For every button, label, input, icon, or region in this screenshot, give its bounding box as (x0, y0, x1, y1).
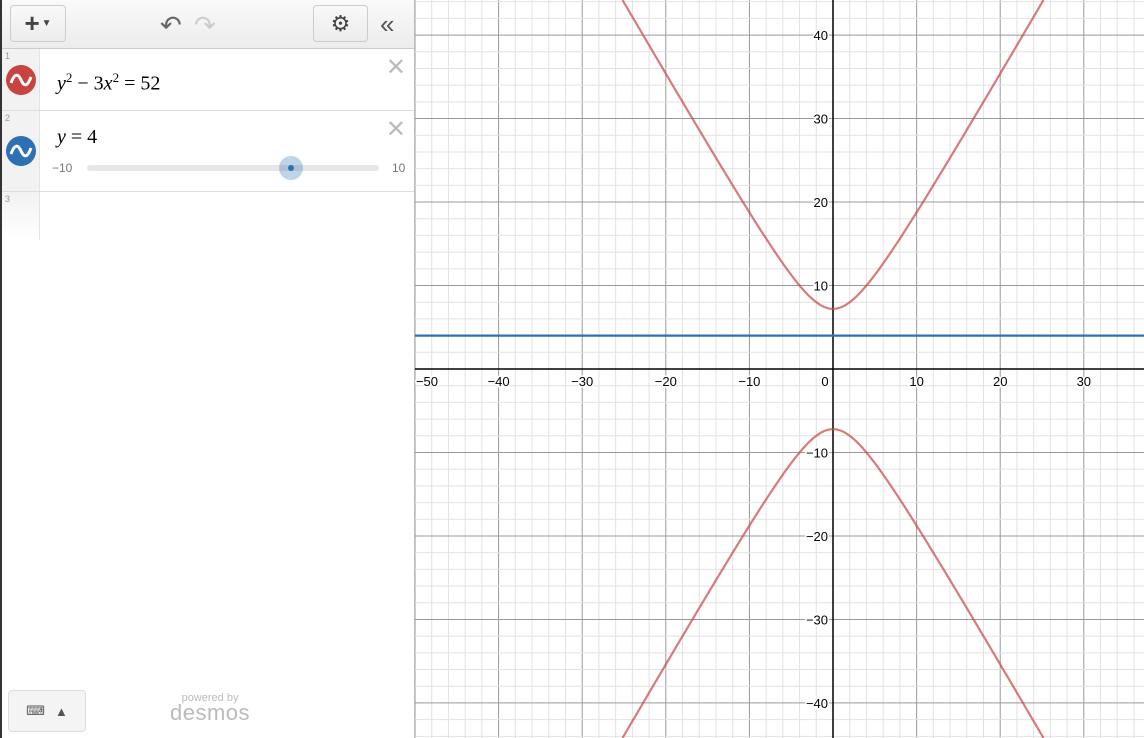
y-tick-label: −10 (806, 445, 828, 460)
settings-button[interactable]: ⚙ (313, 5, 368, 42)
y-tick-label: −20 (806, 529, 828, 544)
x-tick-label: −40 (488, 374, 510, 389)
x-tick-label: −20 (655, 374, 677, 389)
graph-canvas[interactable]: −50 −40 −30 −20 −10 0 10 20 30 40 30 20 10 −10 −20 −30 −… (415, 0, 1144, 738)
keyboard-toggle-button[interactable]: ⌨ ▲ (8, 690, 86, 732)
graph-style-icon[interactable] (6, 65, 36, 95)
add-item-button[interactable]: + ▼ (10, 5, 66, 42)
caret-up-icon: ▲ (54, 703, 68, 719)
y-tick-label: 20 (814, 195, 828, 210)
expression-item-3[interactable]: 3 (2, 192, 414, 240)
expression-latex[interactable]: y = 4 (57, 126, 97, 149)
expression-latex[interactable]: y2 − 3x2 = 52 (57, 70, 160, 96)
delete-expression-icon[interactable]: ✕ (386, 53, 406, 82)
x-tick-label: 30 (1077, 374, 1091, 389)
y-tick-label: 40 (814, 28, 828, 43)
x-tick-label: −50 (416, 374, 438, 389)
plus-icon: + (24, 8, 40, 38)
y-tick-label: −30 (806, 612, 828, 627)
x-tick-label: −30 (571, 374, 593, 389)
undo-icon[interactable]: ↶ (160, 10, 182, 41)
slider-thumb[interactable] (279, 156, 304, 180)
expression-item-2[interactable]: 2 y = 4 ✕ −10 10 (2, 111, 414, 192)
slider-max[interactable]: 10 (392, 161, 405, 175)
expression-panel: + ▼ ↶ ↷ ⚙ « 1 y2 − 3x2 = 52 ✕ 2 y = 4 ✕ −… (0, 0, 415, 738)
y-tick-label: 10 (814, 279, 828, 294)
graph-style-icon[interactable] (6, 136, 36, 166)
toolbar: + ▼ ↶ ↷ ⚙ « (2, 0, 414, 49)
slider-track[interactable] (87, 156, 379, 180)
collapse-panel-icon[interactable]: « (380, 9, 394, 40)
desmos-logo: powered by desmos (170, 692, 251, 725)
x-tick-label: 10 (909, 374, 923, 389)
y-tick-label: −40 (806, 696, 828, 711)
keyboard-icon: ⌨ (26, 703, 45, 718)
caret-down-icon: ▼ (41, 18, 52, 29)
expression-item-1[interactable]: 1 y2 − 3x2 = 52 ✕ (2, 49, 414, 111)
x-tick-label: −10 (738, 374, 760, 389)
y-tick-label: 30 (814, 112, 828, 127)
x-tick-label: 0 (821, 374, 828, 389)
gear-icon: ⚙ (330, 10, 351, 36)
slider-min[interactable]: −10 (52, 161, 72, 175)
delete-expression-icon[interactable]: ✕ (386, 115, 406, 144)
x-tick-label: 20 (993, 374, 1007, 389)
redo-icon[interactable]: ↷ (194, 10, 216, 41)
